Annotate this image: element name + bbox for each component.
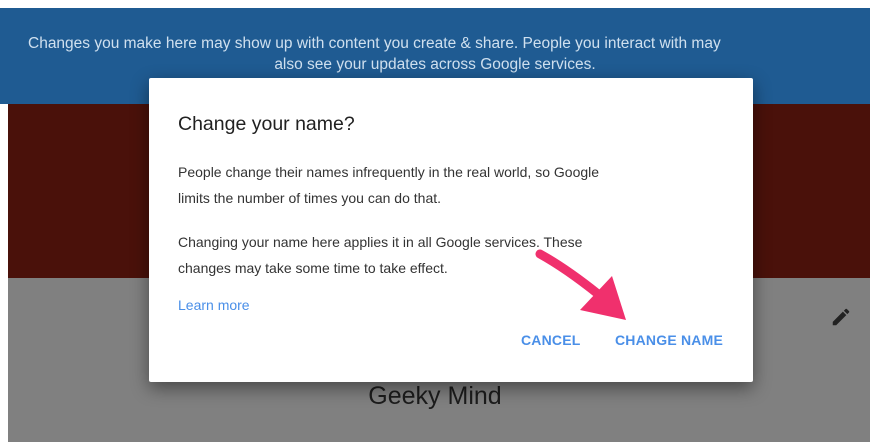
top-strip xyxy=(0,0,870,8)
dialog-title: Change your name? xyxy=(178,113,355,135)
paragraph-2-line-1: Changing your name here applies it in al… xyxy=(178,234,583,250)
edit-name-button[interactable] xyxy=(828,304,854,330)
cancel-button[interactable]: CANCEL xyxy=(521,332,581,348)
dialog-paragraph-2: Changing your name here applies it in al… xyxy=(178,229,698,281)
paragraph-1-line-1: People change their names infrequently i… xyxy=(178,164,600,180)
profile-name: Geeky Mind xyxy=(368,382,502,410)
paragraph-1-line-2: limits the number of times you can do th… xyxy=(178,190,442,206)
learn-more-link[interactable]: Learn more xyxy=(178,297,250,313)
settings-page: Changes you make here may show up with c… xyxy=(0,0,870,442)
banner-line-2: also see your updates across Google serv… xyxy=(274,56,596,73)
pencil-icon xyxy=(832,308,850,326)
paragraph-2-line-2: changes may take some time to take effec… xyxy=(178,260,448,276)
dialog-paragraph-1: People change their names infrequently i… xyxy=(178,159,698,211)
banner-line-1: Changes you make here may show up with c… xyxy=(28,35,721,52)
change-name-dialog: Change your name? People change their na… xyxy=(149,78,753,382)
change-name-button[interactable]: CHANGE NAME xyxy=(615,332,723,348)
